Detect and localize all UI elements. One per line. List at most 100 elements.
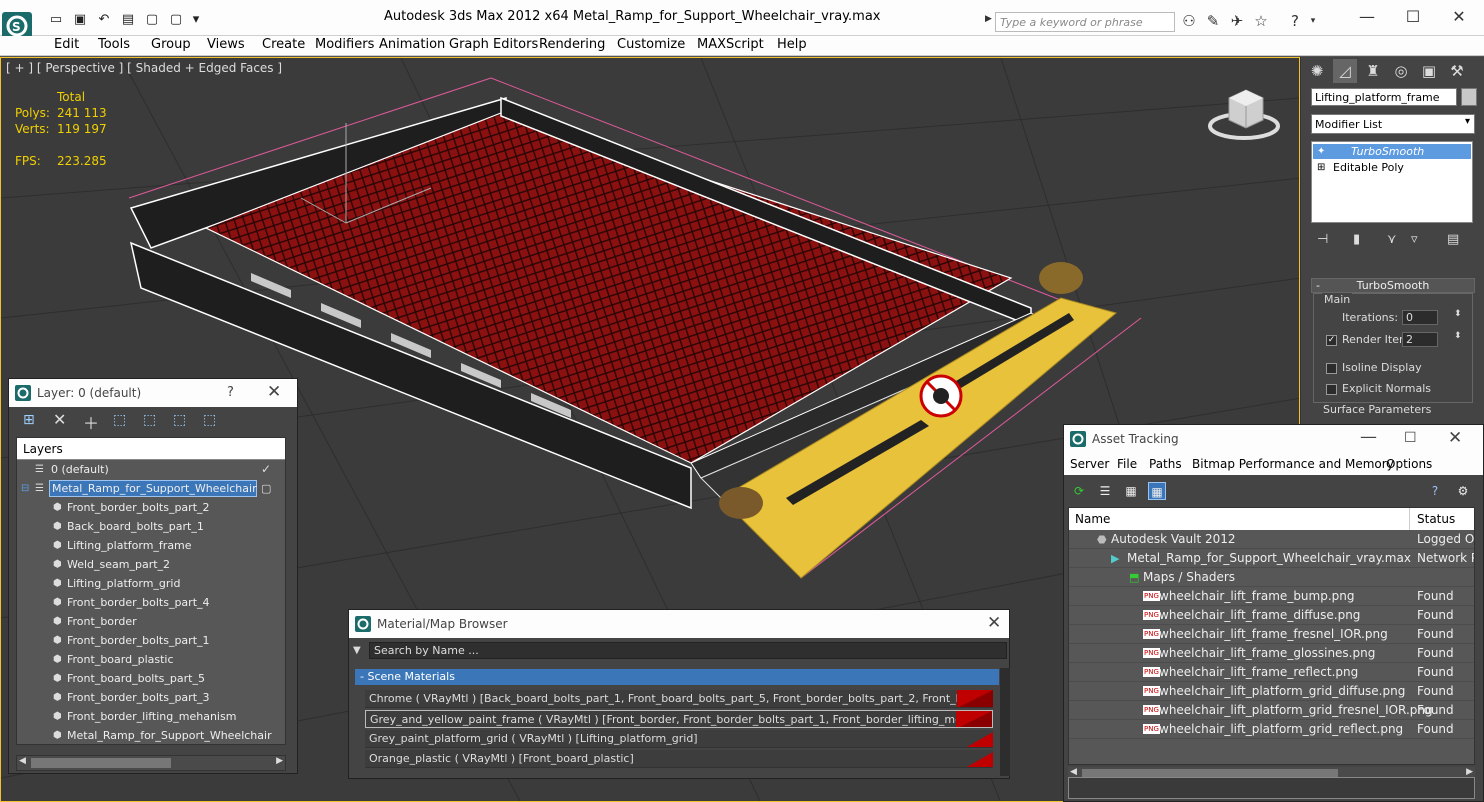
utilities-tab-icon[interactable]: ⚒ [1445, 59, 1469, 83]
layer-object-row[interactable]: ⬢ Front_border_bolts_part_2 [17, 498, 285, 517]
menu-rendering[interactable]: Rendering [539, 37, 605, 52]
layer-object-row[interactable]: ⬢ Front_border_bolts_part_1 [17, 631, 285, 650]
make-unique-icon[interactable]: ⋎ [1387, 232, 1397, 247]
menu-edit[interactable]: Edit [54, 37, 79, 52]
menu-graph-editors[interactable]: Graph Editors [449, 37, 538, 52]
add-to-layer-icon[interactable]: ＋ [83, 410, 99, 434]
asset-tracking-title-bar[interactable]: Asset Tracking — ☐ ✕ [1064, 425, 1483, 453]
stack-item-editable-poly[interactable]: ⊞ Editable Poly [1313, 160, 1471, 175]
create-layer-icon[interactable]: ⊞ [23, 412, 35, 428]
explicit-normals-checkbox[interactable] [1326, 384, 1337, 395]
asset-row[interactable]: ▶ Metal_Ramp_for_Support_Wheelchair_vray… [1069, 549, 1474, 568]
asset-menu-options[interactable]: Options [1386, 457, 1432, 471]
asset-row[interactable]: PNG wheelchair_lift_frame_fresnel_IOR.png… [1069, 625, 1474, 644]
asset-row[interactable]: PNG wheelchair_lift_frame_diffuse.png Foun… [1069, 606, 1474, 625]
thumbnail-view-icon[interactable]: ▦ [1122, 482, 1140, 500]
menu-modifiers[interactable]: Modifiers [315, 37, 374, 52]
layer-tree[interactable]: Layers ☰ 0 (default) ✓ ⊟ ☰ Metal_Ramp_fo… [16, 437, 286, 745]
layer-object-row[interactable]: ⬢ Front_border_bolts_part_4 [17, 593, 285, 612]
close-button[interactable]: ✕ [1444, 6, 1474, 28]
layer-row-default[interactable]: ☰ 0 (default) ✓ [17, 460, 285, 479]
name-column-header[interactable]: Name [1075, 512, 1110, 526]
layer-window-title-bar[interactable]: Layer: 0 (default) ? ✕ [9, 379, 297, 407]
spinner-arrows-icon[interactable]: ⬍ [1454, 331, 1462, 341]
undo-icon[interactable]: ↶ [96, 12, 112, 28]
reset-icon[interactable]: ▢ [168, 12, 184, 28]
unhide-unfreeze-icon[interactable]: ⬚ [203, 412, 216, 428]
help-icon[interactable]: ? [1426, 482, 1444, 500]
isoline-display-checkbox[interactable] [1326, 363, 1337, 374]
object-name-field[interactable]: Lifting_platform_frame [1311, 88, 1457, 106]
menu-views[interactable]: Views [207, 37, 245, 52]
layer-object-row[interactable]: ⬢ Metal_Ramp_for_Support_Wheelchair [17, 726, 285, 744]
quick-access-dropdown-icon[interactable]: ▾ [188, 12, 204, 28]
layer-object-row[interactable]: ⬢ Front_board_bolts_part_5 [17, 669, 285, 688]
scene-materials-group[interactable]: - Scene Materials [355, 669, 999, 685]
asset-menu-file[interactable]: File [1117, 457, 1137, 471]
lightbulb-icon[interactable]: ✦ [1317, 144, 1325, 159]
tools-icon[interactable]: ✎ [1204, 12, 1222, 30]
modify-tab-icon[interactable]: ◿ [1333, 59, 1357, 83]
column-divider[interactable] [1409, 508, 1410, 530]
turbosmooth-rollout-header[interactable]: - TurboSmooth [1311, 278, 1475, 293]
scroll-thumb[interactable] [31, 758, 171, 768]
favorites-star-icon[interactable]: ☆ [1252, 12, 1270, 30]
save-icon[interactable]: ▣ [72, 12, 88, 28]
pin-stack-icon[interactable]: ⊣ [1317, 232, 1328, 247]
viewport-label[interactable]: [ + ] [ Perspective ] [ Shaded + Edged F… [6, 61, 282, 75]
menu-tools[interactable]: Tools [98, 37, 130, 52]
layer-object-row[interactable]: ⬢ Lifting_platform_grid [17, 574, 285, 593]
material-row[interactable]: Chrome ( VRayMtl ) [Back_board_bolts_par… [365, 690, 993, 708]
motion-tab-icon[interactable]: ◎ [1389, 59, 1413, 83]
remove-modifier-icon[interactable]: ▿ [1411, 232, 1418, 247]
maximize-button[interactable]: ☐ [1398, 6, 1428, 28]
menu-animation[interactable]: Animation [379, 37, 445, 52]
material-row[interactable]: Grey_paint_platform_grid ( VRayMtl ) [Li… [365, 730, 993, 748]
close-icon[interactable]: ✕ [987, 613, 1001, 633]
minimize-icon[interactable]: — [1360, 427, 1377, 447]
layer-object-row[interactable]: ⬢ Back_board_bolts_part_1 [17, 517, 285, 536]
hierarchy-tab-icon[interactable]: ♜ [1361, 59, 1385, 83]
close-icon[interactable]: ✕ [1448, 428, 1462, 448]
asset-menu-paths[interactable]: Paths [1149, 457, 1182, 471]
asset-row[interactable]: PNG wheelchair_lift_platform_grid_fresnel… [1069, 701, 1474, 720]
render-iters-spinner[interactable]: 2 [1402, 332, 1438, 347]
scroll-left-icon[interactable]: ◀ [1070, 767, 1077, 777]
asset-row[interactable]: PNG wheelchair_lift_platform_grid_diffuse… [1069, 682, 1474, 701]
create-tab-icon[interactable]: ✺ [1305, 59, 1329, 83]
configure-sets-icon[interactable]: ▤ [1447, 232, 1459, 247]
asset-row[interactable]: ⬒ Maps / Shaders [1069, 568, 1474, 587]
delete-layer-icon[interactable]: ✕ [53, 410, 66, 429]
layer-object-row[interactable]: ⬢ Front_border [17, 612, 285, 631]
asset-row[interactable]: PNG wheelchair_lift_frame_bump.png Found [1069, 587, 1474, 606]
asset-row[interactable]: PNG wheelchair_lift_frame_glossines.png Fo… [1069, 644, 1474, 663]
list-view-icon[interactable]: ☰ [1096, 482, 1114, 500]
layer-object-row[interactable]: ⬢ Front_board_plastic [17, 650, 285, 669]
layer-object-row[interactable]: ⬢ Weld_seam_part_2 [17, 555, 285, 574]
communication-icon[interactable]: ✈ [1228, 12, 1246, 30]
refresh-icon[interactable]: ⟳ [1070, 482, 1088, 500]
search-arrow-icon[interactable]: ▶ [985, 14, 992, 24]
help-icon[interactable]: ? [1286, 12, 1304, 30]
asset-row[interactable]: PNG wheelchair_lift_platform_grid_reflect… [1069, 720, 1474, 739]
open-folder-icon[interactable]: ▭ [48, 12, 64, 28]
layer-object-row[interactable]: ⬢ Lifting_platform_frame [17, 536, 285, 555]
select-objects-icon[interactable]: ⬚ [113, 412, 126, 428]
expand-plus-icon[interactable]: ⊞ [1317, 160, 1325, 175]
project-icon[interactable]: ▤ [120, 12, 136, 28]
stack-item-turbosmooth[interactable]: ✦ TurboSmooth [1313, 144, 1471, 159]
layer-object-row[interactable]: ⬢ Front_border_bolts_part_3 [17, 688, 285, 707]
scroll-right-icon[interactable]: ▶ [1466, 767, 1473, 777]
asset-table[interactable]: Name Status ⬣ Autodesk Vault 2012 Logged… [1068, 507, 1475, 765]
menu-maxscript[interactable]: MAXScript [697, 37, 764, 52]
menu-create[interactable]: Create [262, 37, 305, 52]
render-iters-checkbox[interactable]: ✓ [1326, 335, 1337, 346]
material-row[interactable]: Grey_and_yellow_paint_frame ( VRayMtl ) … [365, 710, 993, 728]
modifier-stack[interactable]: ✦ TurboSmooth ⊞ Editable Poly [1311, 141, 1473, 223]
scroll-right-icon[interactable]: ▶ [276, 756, 283, 766]
search-by-name-input[interactable]: Search by Name ... [369, 642, 1007, 659]
iterations-spinner[interactable]: 0 [1402, 310, 1438, 325]
maximize-icon[interactable]: ☐ [1404, 430, 1417, 446]
new-scene-icon[interactable]: ▢ [144, 12, 160, 28]
status-column-header[interactable]: Status [1417, 512, 1455, 526]
